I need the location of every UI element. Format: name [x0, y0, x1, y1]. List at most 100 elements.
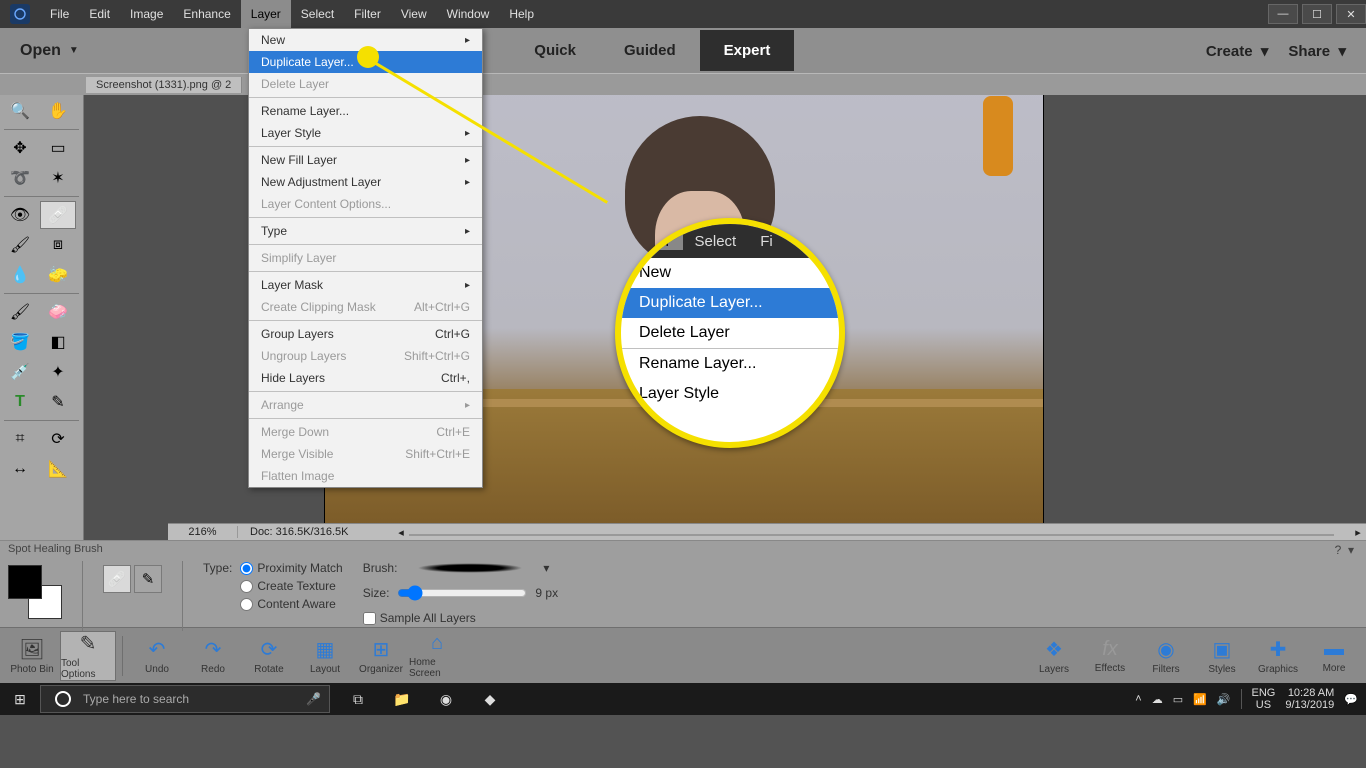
- menu-enhance[interactable]: Enhance: [173, 0, 240, 28]
- mode-expert[interactable]: Expert: [700, 30, 795, 71]
- tray-clock[interactable]: 10:28 AM9/13/2019: [1285, 687, 1334, 711]
- panel-more[interactable]: ▬More: [1306, 631, 1362, 681]
- mic-icon[interactable]: 🎤: [306, 692, 321, 706]
- brush-tool[interactable]: 🖌: [2, 298, 38, 326]
- task-view-icon[interactable]: ⧉: [338, 685, 378, 713]
- menu-item-layer-mask[interactable]: Layer Mask▸: [249, 274, 482, 296]
- brush-dropdown-caret[interactable]: ▾: [543, 561, 549, 575]
- chrome-icon[interactable]: ◉: [426, 685, 466, 713]
- window-maximize-button[interactable]: ☐: [1302, 4, 1332, 24]
- foreground-color-swatch[interactable]: [8, 565, 42, 599]
- crop-tool[interactable]: ⌗: [2, 425, 38, 453]
- sample-all-layers-checkbox[interactable]: Sample All Layers: [363, 611, 558, 625]
- panel-undo[interactable]: ↶Undo: [129, 631, 185, 681]
- gradient-tool[interactable]: ◧: [40, 328, 76, 356]
- menu-image[interactable]: Image: [120, 0, 173, 28]
- file-explorer-icon[interactable]: 📁: [382, 685, 422, 713]
- blur-tool[interactable]: 💧: [2, 261, 38, 289]
- move-tool[interactable]: ✥: [2, 134, 38, 162]
- window-close-button[interactable]: ✕: [1336, 4, 1366, 24]
- open-button[interactable]: Open▼: [0, 42, 99, 60]
- callout-filter-label: Fi: [748, 233, 785, 250]
- annotation-zoom-circle: Layer Select Fi New Duplicate Layer... D…: [615, 218, 845, 448]
- menu-item-group-layers[interactable]: Group LayersCtrl+G: [249, 323, 482, 345]
- shape-tool[interactable]: ✦: [40, 358, 76, 386]
- marquee-tool[interactable]: ▭: [40, 134, 76, 162]
- panel-organizer[interactable]: ⊞Organizer: [353, 631, 409, 681]
- callout-item-delete: Delete Layer: [621, 318, 839, 348]
- panel-layers[interactable]: ❖Layers: [1026, 631, 1082, 681]
- menu-item-new-adjustment-layer[interactable]: New Adjustment Layer▸: [249, 171, 482, 193]
- tray-battery-icon[interactable]: ▭: [1173, 693, 1183, 706]
- smart-brush-tool[interactable]: 🖌: [2, 231, 38, 259]
- color-swatches[interactable]: [8, 565, 62, 619]
- panel-styles[interactable]: ▣Styles: [1194, 631, 1250, 681]
- zoom-value[interactable]: 216%: [168, 526, 238, 538]
- tool-options-bar: Spot Healing Brush ? ▾ 🩹 ✎ Type: Proximi…: [0, 540, 1366, 627]
- menu-edit[interactable]: Edit: [79, 0, 120, 28]
- panel-filters[interactable]: ◉Filters: [1138, 631, 1194, 681]
- zoom-tool[interactable]: 🔍: [2, 97, 38, 125]
- sponge-tool[interactable]: 🧽: [40, 261, 76, 289]
- menu-filter[interactable]: Filter: [344, 0, 391, 28]
- spot-healing-variant[interactable]: 🩹: [103, 565, 131, 593]
- mode-guided[interactable]: Guided: [600, 30, 700, 71]
- tray-language[interactable]: ENGUS: [1252, 687, 1276, 711]
- help-icon[interactable]: ? ▾: [1335, 543, 1354, 557]
- window-minimize-button[interactable]: —: [1268, 4, 1298, 24]
- radio-content-aware[interactable]: Content Aware: [240, 597, 342, 611]
- tray-up-icon[interactable]: ˄: [1135, 693, 1141, 705]
- recompose-tool[interactable]: ⟳: [40, 425, 76, 453]
- redeye-tool[interactable]: 👁: [2, 201, 38, 229]
- menu-item-rename-layer-[interactable]: Rename Layer...: [249, 100, 482, 122]
- menu-file[interactable]: File: [40, 0, 79, 28]
- taskbar-search[interactable]: Type here to search 🎤: [40, 685, 330, 713]
- panel-redo[interactable]: ↷Redo: [185, 631, 241, 681]
- panel-photo-bin[interactable]: 🖼Photo Bin: [4, 631, 60, 681]
- share-button[interactable]: Share ▾: [1288, 42, 1346, 60]
- menu-select[interactable]: Select: [291, 0, 344, 28]
- radio-proximity[interactable]: Proximity Match: [240, 561, 342, 575]
- radio-texture[interactable]: Create Texture: [240, 579, 342, 593]
- tray-notifications-icon[interactable]: 💬: [1344, 693, 1358, 706]
- menu-item-new-fill-layer[interactable]: New Fill Layer▸: [249, 149, 482, 171]
- scroll-right-button[interactable]: ▸: [1350, 526, 1366, 539]
- quick-select-tool[interactable]: ✶: [40, 164, 76, 192]
- eraser-tool[interactable]: 🧼: [40, 298, 76, 326]
- create-button[interactable]: Create ▾: [1206, 42, 1269, 60]
- clone-stamp-tool[interactable]: ⧈: [40, 231, 76, 259]
- brush-preview[interactable]: [405, 562, 535, 574]
- tray-volume-icon[interactable]: 🔊: [1217, 693, 1231, 706]
- panel-graphics[interactable]: ✚Graphics: [1250, 631, 1306, 681]
- panel-effects[interactable]: fxEffects: [1082, 631, 1138, 681]
- start-button[interactable]: ⊞: [0, 691, 40, 708]
- menu-layer[interactable]: Layer: [241, 0, 291, 28]
- panel-rotate[interactable]: ⟳Rotate: [241, 631, 297, 681]
- eyedropper-tool[interactable]: 💉: [2, 358, 38, 386]
- menu-item-type[interactable]: Type▸: [249, 220, 482, 242]
- menu-view[interactable]: View: [391, 0, 437, 28]
- healing-brush-variant[interactable]: ✎: [134, 565, 162, 593]
- paint-bucket-tool[interactable]: 🪣: [2, 328, 38, 356]
- straighten-tool[interactable]: 📐: [40, 455, 76, 483]
- panel-home[interactable]: ⌂Home Screen: [409, 631, 465, 681]
- tray-onedrive-icon[interactable]: ☁: [1152, 693, 1163, 706]
- scroll-left-button[interactable]: ◂: [393, 526, 409, 539]
- spot-healing-tool[interactable]: 🩹: [40, 201, 76, 229]
- menu-item-layer-style[interactable]: Layer Style▸: [249, 122, 482, 144]
- panel-layout[interactable]: ▦Layout: [297, 631, 353, 681]
- pencil-tool[interactable]: ✎: [40, 388, 76, 416]
- lasso-tool[interactable]: ➰: [2, 164, 38, 192]
- menu-item-hide-layers[interactable]: Hide LayersCtrl+,: [249, 367, 482, 389]
- document-tab[interactable]: Screenshot (1331).png @ 2: [86, 77, 242, 93]
- size-slider[interactable]: [397, 585, 527, 601]
- tray-wifi-icon[interactable]: 📶: [1193, 693, 1207, 706]
- menu-window[interactable]: Window: [437, 0, 500, 28]
- hand-tool[interactable]: ✋: [40, 97, 76, 125]
- menu-help[interactable]: Help: [499, 0, 544, 28]
- pse-icon[interactable]: ◆: [470, 685, 510, 713]
- content-move-tool[interactable]: ↔: [2, 455, 38, 483]
- mode-quick[interactable]: Quick: [510, 30, 600, 71]
- type-tool[interactable]: T: [2, 388, 38, 416]
- panel-tool-options[interactable]: ✎Tool Options: [60, 631, 116, 681]
